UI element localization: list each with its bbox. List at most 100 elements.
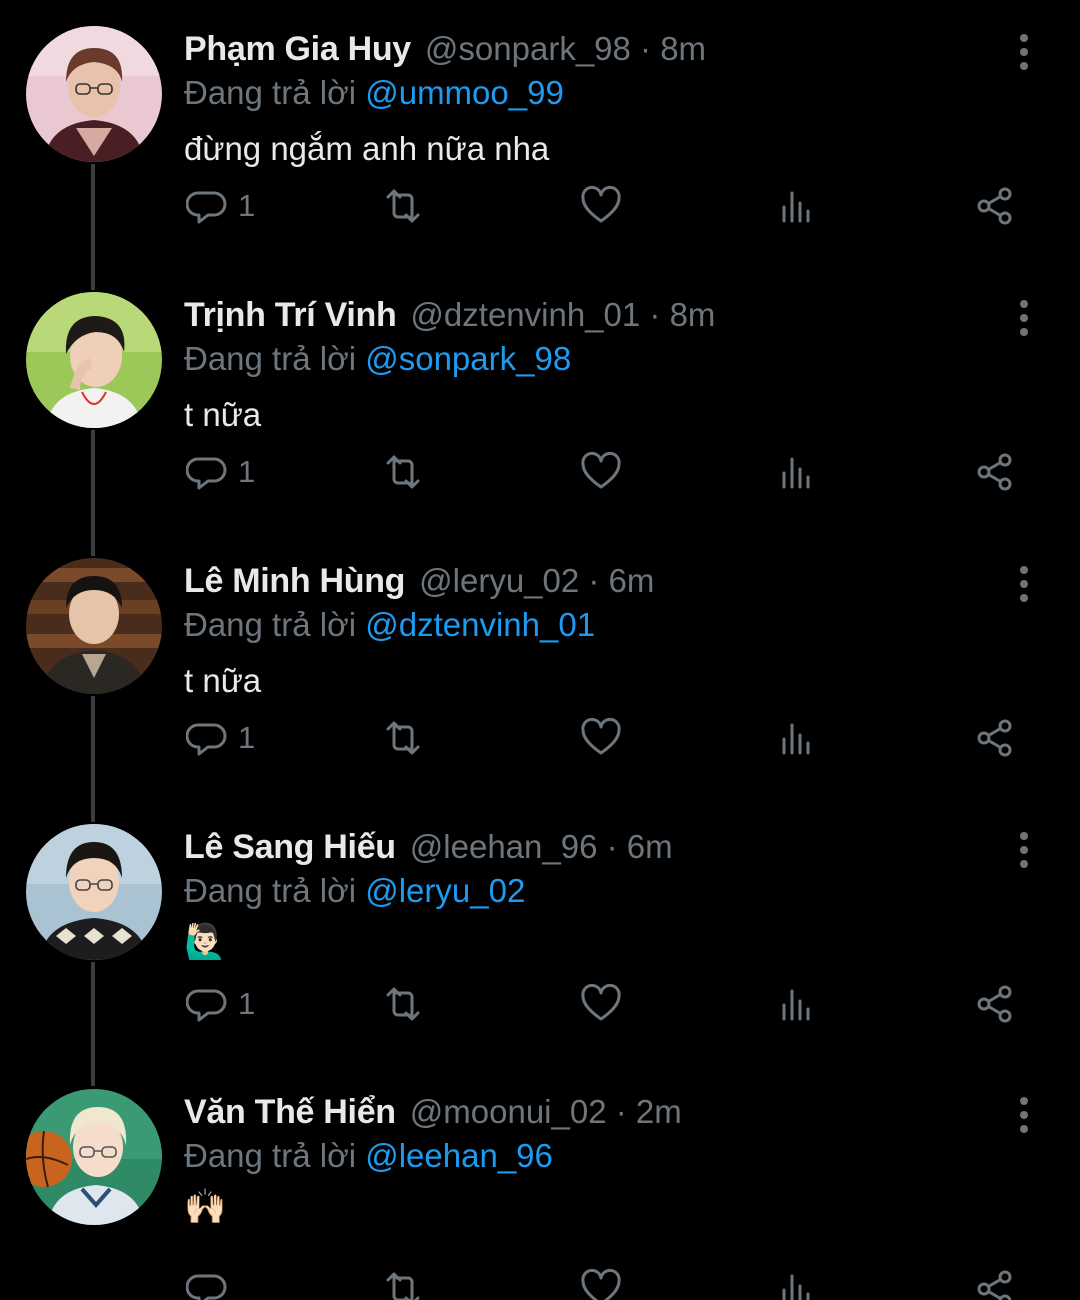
reply-button[interactable]: 1 <box>186 442 255 502</box>
like-button[interactable] <box>580 176 622 236</box>
tweet-actions: 1 <box>0 708 1080 768</box>
retweet-button[interactable] <box>382 442 424 502</box>
replying-to: Đang trả lời @leryu_02 <box>184 872 525 910</box>
share-button[interactable] <box>974 708 1016 768</box>
reply-count: 1 <box>238 454 256 489</box>
replying-to: Đang trả lời @sonpark_98 <box>184 340 571 378</box>
tweet-actions: 1 <box>0 442 1080 502</box>
avatar[interactable] <box>26 1089 162 1225</box>
more-vertical-icon[interactable] <box>1010 298 1038 338</box>
mention-link[interactable]: @leryu_02 <box>365 872 525 909</box>
mention-link[interactable]: @dztenvinh_01 <box>365 606 595 643</box>
replying-to: Đang trả lời @leehan_96 <box>184 1137 553 1175</box>
mention-link[interactable]: @leehan_96 <box>365 1137 553 1174</box>
reply-button[interactable] <box>186 1259 238 1300</box>
share-icon <box>977 719 1012 757</box>
stats-icon <box>782 723 810 755</box>
share-icon <box>977 1270 1012 1300</box>
reply-button[interactable]: 1 <box>186 176 255 236</box>
handle-and-time[interactable]: @moonui_02 · 2m <box>410 1093 682 1131</box>
reply-icon <box>186 457 227 490</box>
retweet-button[interactable] <box>382 974 424 1034</box>
handle-and-time[interactable]: @leehan_96 · 6m <box>410 828 673 866</box>
stats-button[interactable] <box>776 442 818 502</box>
mention-link[interactable]: @sonpark_98 <box>365 340 571 377</box>
more-vertical-icon[interactable] <box>1010 1095 1038 1135</box>
retweet-icon <box>386 1272 420 1300</box>
replying-to-label: Đang trả lời <box>184 340 357 377</box>
avatar[interactable] <box>26 26 162 162</box>
reply-button[interactable]: 1 <box>186 974 255 1034</box>
tweet[interactable]: Trịnh Trí Vinh @dztenvinh_01 · 8m Đang t… <box>0 266 1080 531</box>
retweet-button[interactable] <box>382 708 424 768</box>
share-button[interactable] <box>974 1259 1016 1300</box>
tweet-text: t nữa <box>184 662 262 699</box>
more-vertical-icon[interactable] <box>1010 830 1038 870</box>
tweet-header: Phạm Gia Huy @sonpark_98 · 8m <box>184 30 706 72</box>
tweet-header: Trịnh Trí Vinh @dztenvinh_01 · 8m <box>184 296 715 338</box>
stats-icon <box>782 1274 810 1300</box>
reply-icon <box>186 723 227 756</box>
retweet-button[interactable] <box>382 176 424 236</box>
replying-to-label: Đang trả lời <box>184 74 357 111</box>
retweet-icon <box>386 455 420 489</box>
more-vertical-icon[interactable] <box>1010 32 1038 72</box>
like-button[interactable] <box>580 708 622 768</box>
replying-to: Đang trả lời @ummoo_99 <box>184 74 564 112</box>
reply-icon <box>186 191 227 224</box>
more-vertical-icon[interactable] <box>1010 564 1038 604</box>
share-button[interactable] <box>974 442 1016 502</box>
tweet[interactable]: Phạm Gia Huy @sonpark_98 · 8m Đang trả l… <box>0 0 1080 265</box>
reply-count: 1 <box>238 188 256 223</box>
share-icon <box>977 985 1012 1023</box>
heart-icon <box>581 983 621 1021</box>
handle-and-time[interactable]: @sonpark_98 · 8m <box>425 30 706 68</box>
avatar[interactable] <box>26 824 162 960</box>
stats-button[interactable] <box>776 1259 818 1300</box>
stats-button[interactable] <box>776 708 818 768</box>
handle-and-time[interactable]: @dztenvinh_01 · 8m <box>410 296 715 334</box>
tweet-header: Lê Sang Hiếu @leehan_96 · 6m <box>184 828 673 870</box>
like-button[interactable] <box>580 1259 622 1300</box>
like-button[interactable] <box>580 974 622 1034</box>
avatar[interactable] <box>26 558 162 694</box>
tweet-text: t nữa <box>184 396 262 433</box>
tweet-text: 🙌🏻 <box>184 1188 227 1226</box>
retweet-icon <box>386 189 420 223</box>
share-button[interactable] <box>974 974 1016 1034</box>
reply-icon <box>186 1274 227 1300</box>
stats-icon <box>782 191 810 223</box>
heart-icon <box>581 451 621 489</box>
display-name[interactable]: Trịnh Trí Vinh <box>184 296 397 335</box>
replying-to: Đang trả lời @dztenvinh_01 <box>184 606 595 644</box>
share-icon <box>977 187 1012 225</box>
tweet-text: 🙋🏻‍♂️ <box>184 923 227 961</box>
tweet-actions: 1 <box>0 974 1080 1034</box>
stats-button[interactable] <box>776 974 818 1034</box>
display-name[interactable]: Văn Thế Hiển <box>184 1093 396 1132</box>
replying-to-label: Đang trả lời <box>184 872 357 909</box>
tweet-text: đừng ngắm anh nữa nha <box>184 130 550 167</box>
display-name[interactable]: Lê Minh Hùng <box>184 562 405 601</box>
tweet-header: Văn Thế Hiển @moonui_02 · 2m <box>184 1093 682 1135</box>
like-button[interactable] <box>580 442 622 502</box>
tweet[interactable]: Văn Thế Hiển @moonui_02 · 2m Đang trả lờ… <box>0 1063 1080 1300</box>
retweet-icon <box>386 987 420 1021</box>
mention-link[interactable]: @ummoo_99 <box>365 74 564 111</box>
handle-and-time[interactable]: @leryu_02 · 6m <box>419 562 654 600</box>
heart-icon <box>581 717 621 755</box>
stats-button[interactable] <box>776 176 818 236</box>
heart-icon <box>581 185 621 223</box>
tweet[interactable]: Lê Sang Hiếu @leehan_96 · 6m Đang trả lờ… <box>0 798 1080 1063</box>
stats-icon <box>782 457 810 489</box>
reply-button[interactable]: 1 <box>186 708 255 768</box>
display-name[interactable]: Lê Sang Hiếu <box>184 828 396 867</box>
display-name[interactable]: Phạm Gia Huy <box>184 30 411 69</box>
retweet-button[interactable] <box>382 1259 424 1300</box>
share-icon <box>977 453 1012 491</box>
tweet[interactable]: Lê Minh Hùng @leryu_02 · 6m Đang trả lời… <box>0 532 1080 797</box>
share-button[interactable] <box>974 176 1016 236</box>
avatar[interactable] <box>26 292 162 428</box>
tweet-actions: 1 <box>0 176 1080 236</box>
retweet-icon <box>386 721 420 755</box>
